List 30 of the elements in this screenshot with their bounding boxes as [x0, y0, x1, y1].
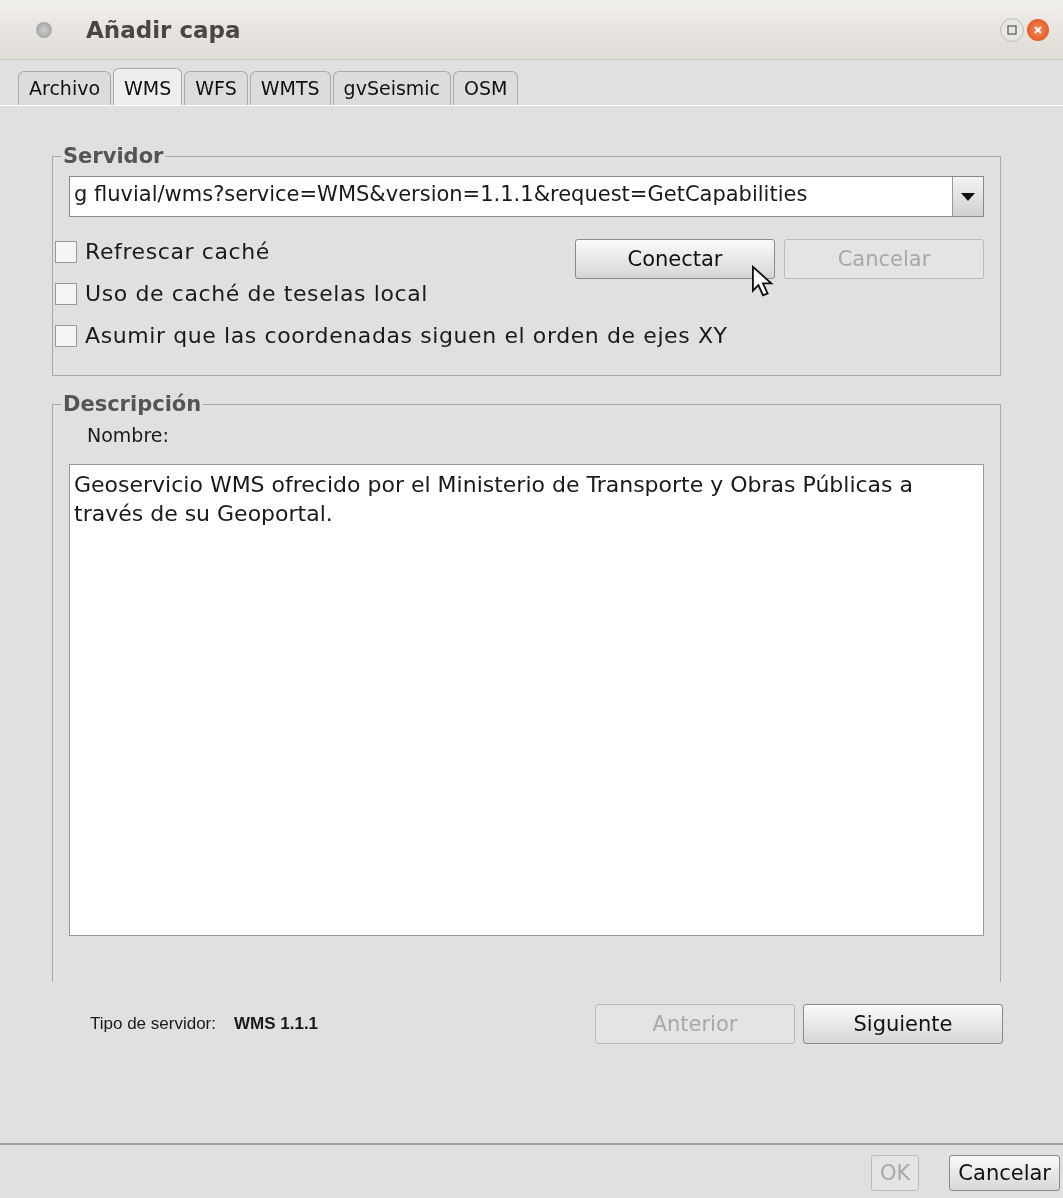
dialog-button[interactable]: Cancelar: [949, 1154, 1060, 1191]
close-button[interactable]: [1027, 18, 1049, 41]
window-menu-icon[interactable]: [36, 21, 52, 38]
checkbox[interactable]: [55, 282, 77, 305]
tab[interactable]: WMS: [113, 68, 183, 105]
nav-button[interactable]: Siguiente: [803, 1004, 1003, 1044]
group-title: Servidor: [62, 144, 165, 168]
close-icon: [1033, 24, 1043, 35]
maximize-icon: [1007, 24, 1017, 35]
checkbox[interactable]: [55, 240, 77, 263]
name-label: Nombre:: [87, 424, 170, 446]
server-type-label: Tipo de servidor:: [90, 1014, 216, 1034]
tab[interactable]: OSM: [453, 71, 519, 105]
url-combo-box[interactable]: g fluvial/wms?service=WMS&version=1.1.1&request=GetCapabilities: [69, 176, 984, 217]
tab[interactable]: Archivo: [18, 71, 112, 105]
dropdown-arrow-icon[interactable]: [961, 192, 975, 201]
mouse-cursor-icon: [751, 265, 775, 298]
checkbox-label: Asumir que las coordenadas siguen el orden de ejes XY: [85, 323, 728, 348]
server-type-value: WMS 1.1.1: [234, 1014, 320, 1034]
tab[interactable]: WMTS: [249, 71, 331, 105]
checkbox[interactable]: [55, 324, 77, 347]
tab[interactable]: gvSeismic: [332, 71, 452, 105]
server-button[interactable]: Conectar: [575, 239, 775, 279]
description-text-area[interactable]: Geoservicio WMS ofrecido por el Ministerio de Transporte y Obras Públicas a través de su Geoportal.: [69, 464, 984, 936]
tab[interactable]: WFS: [184, 71, 248, 105]
group-title: Descripción: [62, 392, 203, 416]
checkbox-label: Uso de caché de teselas local: [85, 281, 429, 306]
maximize-button[interactable]: [1000, 17, 1024, 42]
window-title: Añadir capa: [86, 16, 242, 43]
checkbox-label: Refrescar caché: [85, 239, 270, 264]
